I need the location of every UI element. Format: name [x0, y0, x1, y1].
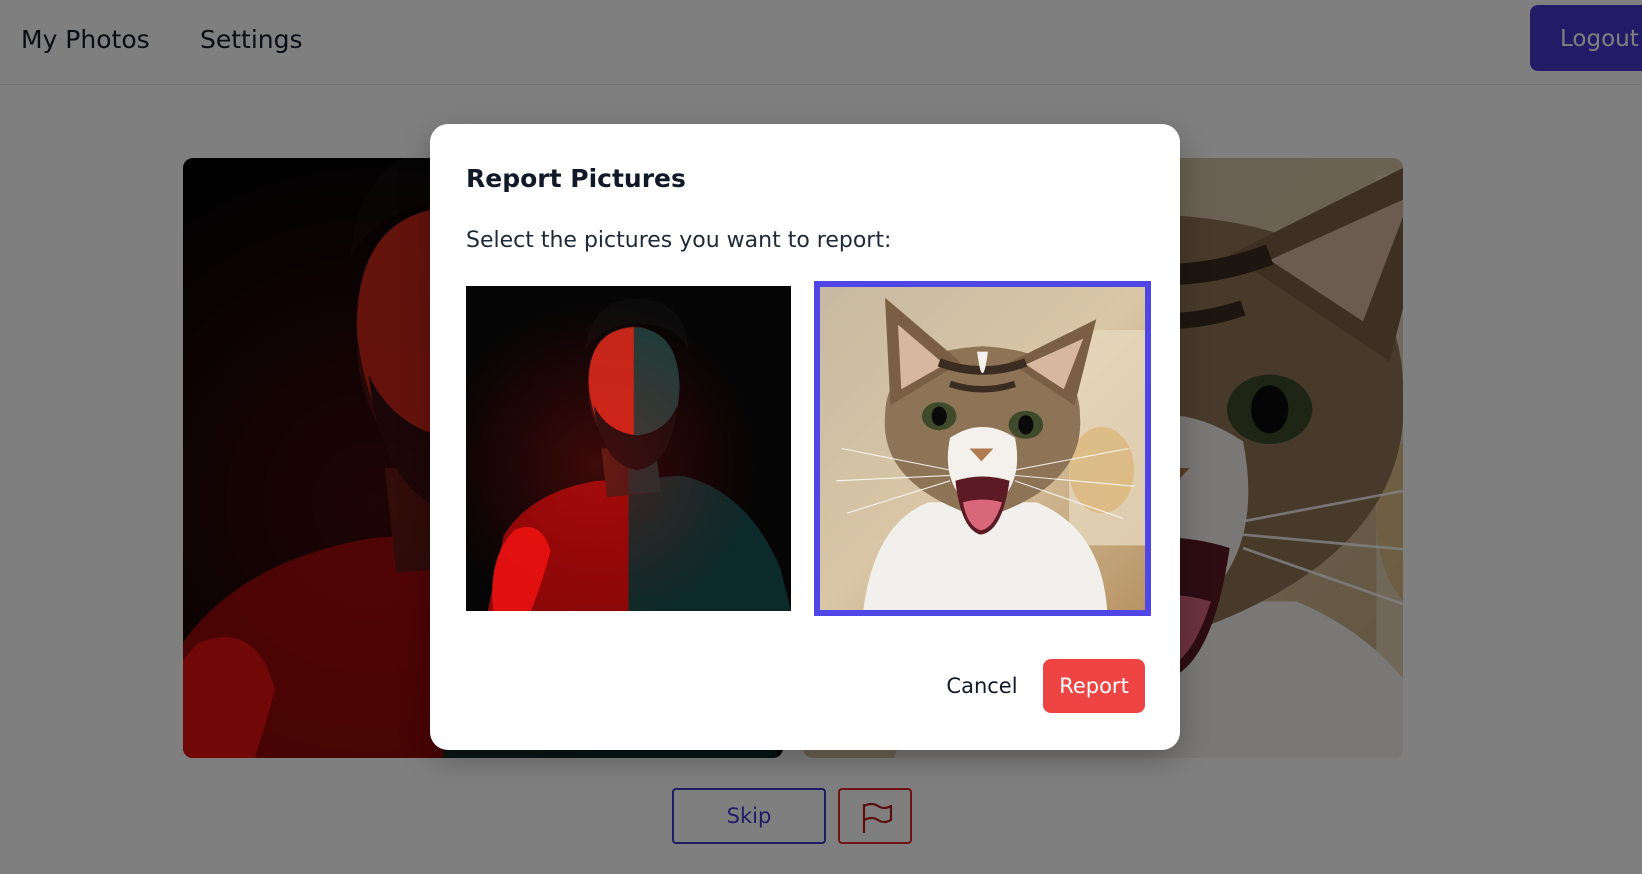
report-option-cat-selected[interactable]	[814, 281, 1151, 616]
cat-thumbnail	[820, 287, 1145, 610]
cancel-button[interactable]: Cancel	[932, 659, 1032, 713]
report-button[interactable]: Report	[1043, 659, 1145, 713]
man-portrait-thumbnail	[466, 286, 791, 611]
dialog-prompt: Select the pictures you want to report:	[466, 228, 892, 253]
report-dialog: Report Pictures Select the pictures you …	[430, 124, 1180, 750]
report-option-man[interactable]	[466, 286, 791, 611]
dialog-title: Report Pictures	[466, 164, 686, 193]
